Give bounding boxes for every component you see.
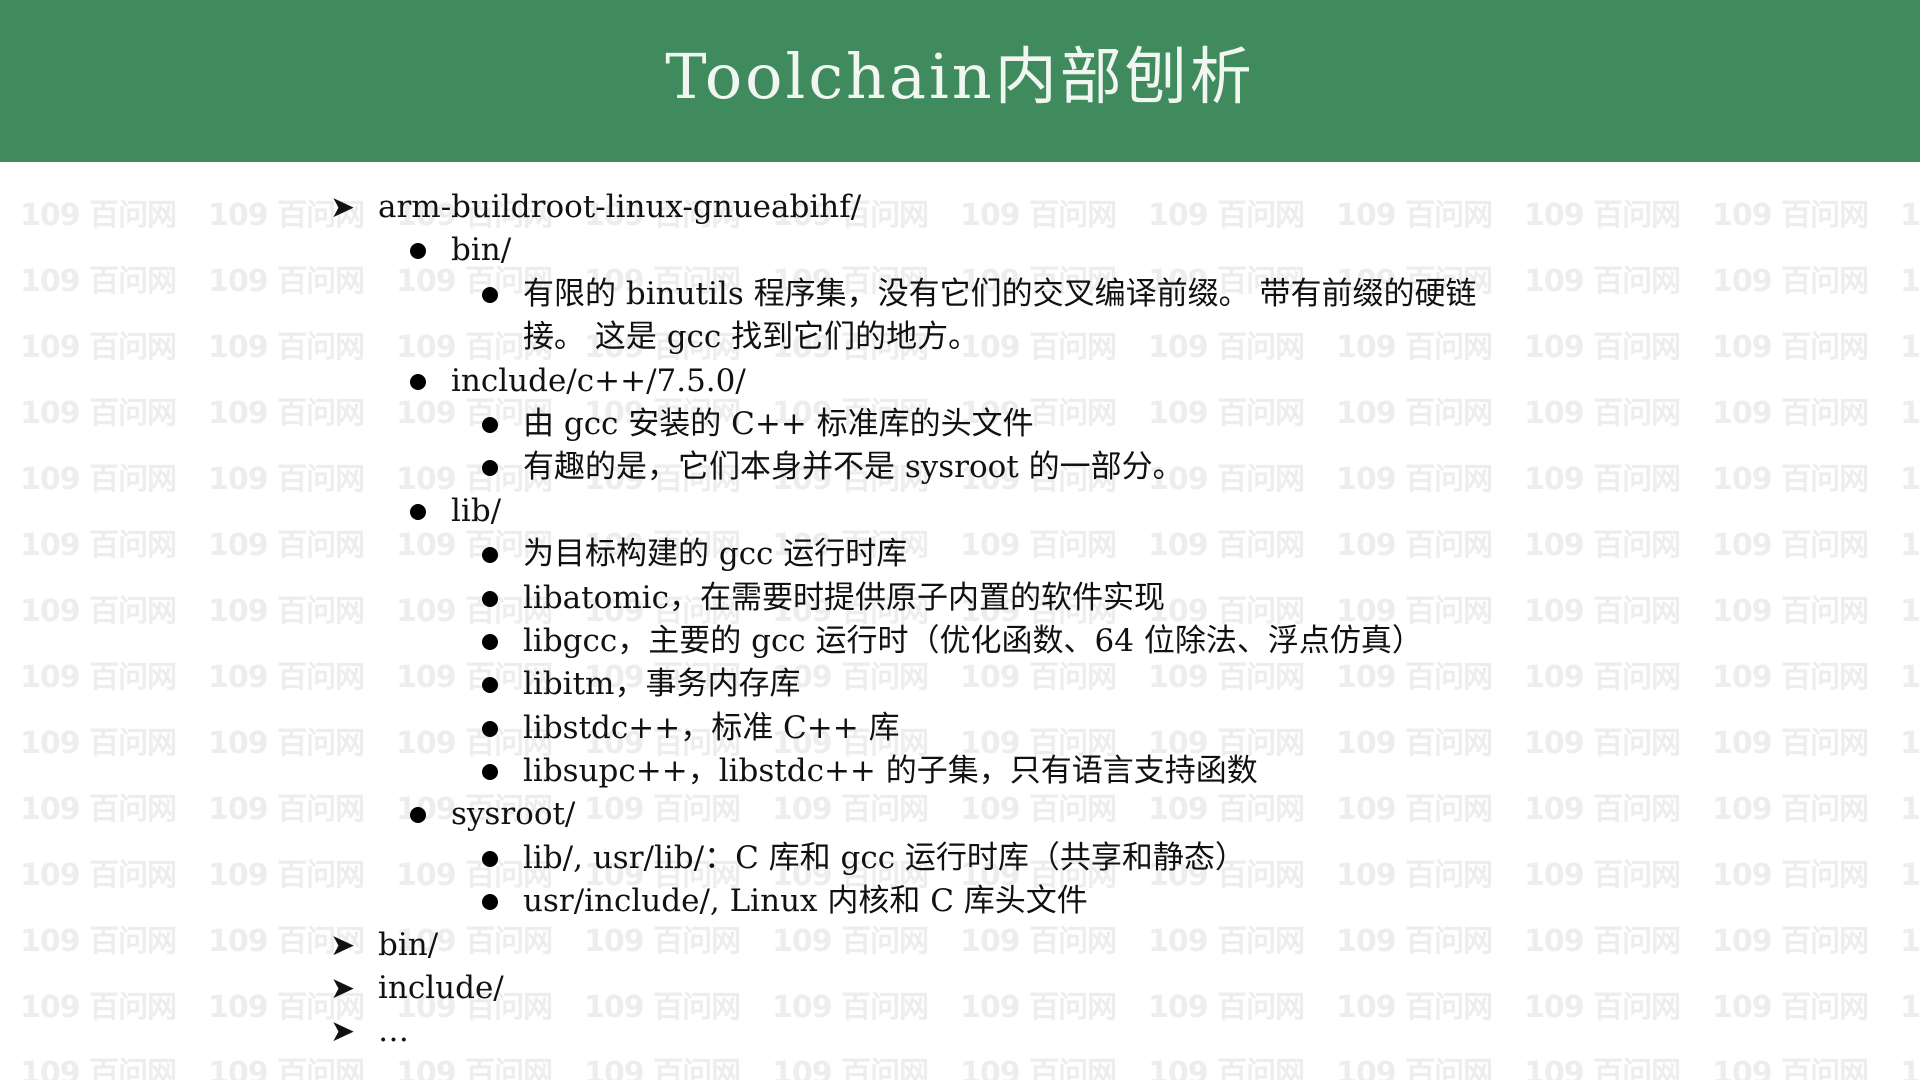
watermark-logo: 109 百问网 <box>1712 858 1869 893</box>
outline-list: ➤ arm-buildroot-linux-gnueabihf/ bin/ 有限… <box>330 186 1730 1054</box>
watermark-logo: 109 百问网 <box>1900 924 1920 959</box>
outline-note-libsupcpp: libsupc++，libstdc++ 的子集，只有语言支持函数 <box>330 750 1730 793</box>
watermark-logo: 109 百问网 <box>1712 330 1869 365</box>
watermark-logo: 109 百问网 <box>1712 396 1869 431</box>
dot-bullet-icon <box>410 807 426 824</box>
watermark-logo: 109 百问网 <box>1900 792 1920 827</box>
watermark-logo: 109 百问网 <box>20 1056 177 1080</box>
outline-note-sysroot-headers: usr/include/, Linux 内核和 C 库头文件 <box>330 880 1730 923</box>
watermark-logo: 109 百问网 <box>1900 396 1920 431</box>
watermark-logo: 109 百问网 <box>20 330 177 365</box>
dot-bullet-icon <box>482 850 498 867</box>
outline-item-top-include: ➤ include/ <box>330 967 1730 1010</box>
watermark-logo: 109 百问网 <box>1900 462 1920 497</box>
watermark-logo: 109 百问网 <box>1900 330 1920 365</box>
watermark-logo: 109 百问网 <box>20 858 177 893</box>
watermark-logo: 109 百问网 <box>1900 660 1920 695</box>
watermark-logo: 109 百问网 <box>20 264 177 299</box>
watermark-logo: 109 百问网 <box>20 726 177 761</box>
watermark-logo: 109 百问网 <box>1712 792 1869 827</box>
watermark-logo: 109 百问网 <box>1712 726 1869 761</box>
watermark-logo: 109 百问网 <box>1712 528 1869 563</box>
watermark-logo: 109 百问网 <box>1900 726 1920 761</box>
arrow-bullet-icon: ➤ <box>330 1014 356 1050</box>
dot-bullet-icon <box>482 547 498 564</box>
watermark-logo: 109 百问网 <box>1712 660 1869 695</box>
outline-item-include-dir: include/c++/7.5.0/ <box>330 360 1730 403</box>
arrow-bullet-icon: ➤ <box>330 927 356 963</box>
outline-note-libitm: libitm，事务内存库 <box>330 663 1730 706</box>
outline-note-binutils-continued: 接。 这是 gcc 找到它们的地方。 <box>523 319 980 356</box>
dot-bullet-icon <box>482 677 498 694</box>
watermark-logo: 109 百问网 <box>20 462 177 497</box>
watermark-logo: 109 百问网 <box>1712 198 1869 233</box>
outline-note-gcc-runtime: 为目标构建的 gcc 运行时库 <box>330 533 1730 576</box>
watermark-logo: 109 百问网 <box>1900 990 1920 1025</box>
watermark-logo: 109 百问网 <box>1712 1056 1869 1080</box>
watermark-logo: 109 百问网 <box>1712 462 1869 497</box>
watermark-logo: 109 百问网 <box>20 660 177 695</box>
watermark-logo: 109 百问网 <box>20 792 177 827</box>
watermark-logo: 109 百问网 <box>20 396 177 431</box>
watermark-logo: 109 百问网 <box>20 528 177 563</box>
dot-bullet-icon <box>410 243 426 260</box>
outline-note-sysroot-libs: lib/, usr/lib/：C 库和 gcc 运行时库（共享和静态） <box>330 837 1730 880</box>
dot-bullet-icon <box>482 720 498 737</box>
dot-bullet-icon <box>410 373 426 390</box>
dot-bullet-icon <box>482 460 498 477</box>
outline-note-cpp-headers: 由 gcc 安装的 C++ 标准库的头文件 <box>330 403 1730 446</box>
dot-bullet-icon <box>482 633 498 650</box>
watermark-logo: 109 百问网 <box>1900 858 1920 893</box>
outline-note-libatomic: libatomic，在需要时提供原子内置的软件实现 <box>330 577 1730 620</box>
watermark-logo: 109 百问网 <box>20 594 177 629</box>
watermark-logo: 109 百问网 <box>1900 264 1920 299</box>
watermark-logo: 109 百问网 <box>1900 528 1920 563</box>
title-bar: Toolchain内部刨析 <box>0 0 1920 162</box>
dot-bullet-icon <box>482 286 498 303</box>
watermark-logo: 109 百问网 <box>1900 1056 1920 1080</box>
dot-bullet-icon <box>482 416 498 433</box>
outline-note-not-sysroot: 有趣的是，它们本身并不是 sysroot 的一部分。 <box>330 446 1730 489</box>
watermark-logo: 109 百问网 <box>1712 264 1869 299</box>
dot-bullet-icon <box>482 590 498 607</box>
dot-bullet-icon <box>482 764 498 781</box>
slide: Toolchain内部刨析 109 百问网 109 百问网 109 百问网 109 百… <box>0 0 1920 1080</box>
outline-note-binutils: 有限的 binutils 程序集，没有它们的交叉编译前缀。 带有前缀的硬链 <box>330 273 1730 316</box>
outline-item-lib-dir: lib/ <box>330 490 1730 533</box>
outline-item-bin-dir: bin/ <box>330 229 1730 272</box>
dot-bullet-icon <box>482 894 498 911</box>
dot-bullet-icon <box>410 503 426 520</box>
watermark-logo: 109 百问网 <box>20 990 177 1025</box>
outline-item-ellipsis: ➤ … <box>330 1010 1730 1053</box>
watermark-logo: 109 百问网 <box>1712 924 1869 959</box>
watermark-logo: 109 百问网 <box>20 924 177 959</box>
outline-note-libgcc: libgcc，主要的 gcc 运行时（优化函数、64 位除法、浮点仿真） <box>330 620 1730 663</box>
outline-item-sysroot-dir: sysroot/ <box>330 793 1730 836</box>
watermark-logo: 109 百问网 <box>1900 594 1920 629</box>
slide-title: Toolchain内部刨析 <box>665 40 1255 113</box>
arrow-bullet-icon: ➤ <box>330 190 356 225</box>
outline-item-top-bin: ➤ bin/ <box>330 924 1730 967</box>
watermark-logo: 109 百问网 <box>1900 198 1920 233</box>
watermark-logo: 109 百问网 <box>1712 990 1869 1025</box>
watermark-logo: 109 百问网 <box>20 198 177 233</box>
outline-note-libstdcpp: libstdc++，标准 C++ 库 <box>330 707 1730 750</box>
watermark-logo: 109 百问网 <box>1712 594 1869 629</box>
outline-item-toolchain-dir: ➤ arm-buildroot-linux-gnueabihf/ <box>330 186 1730 229</box>
arrow-bullet-icon: ➤ <box>330 971 356 1007</box>
